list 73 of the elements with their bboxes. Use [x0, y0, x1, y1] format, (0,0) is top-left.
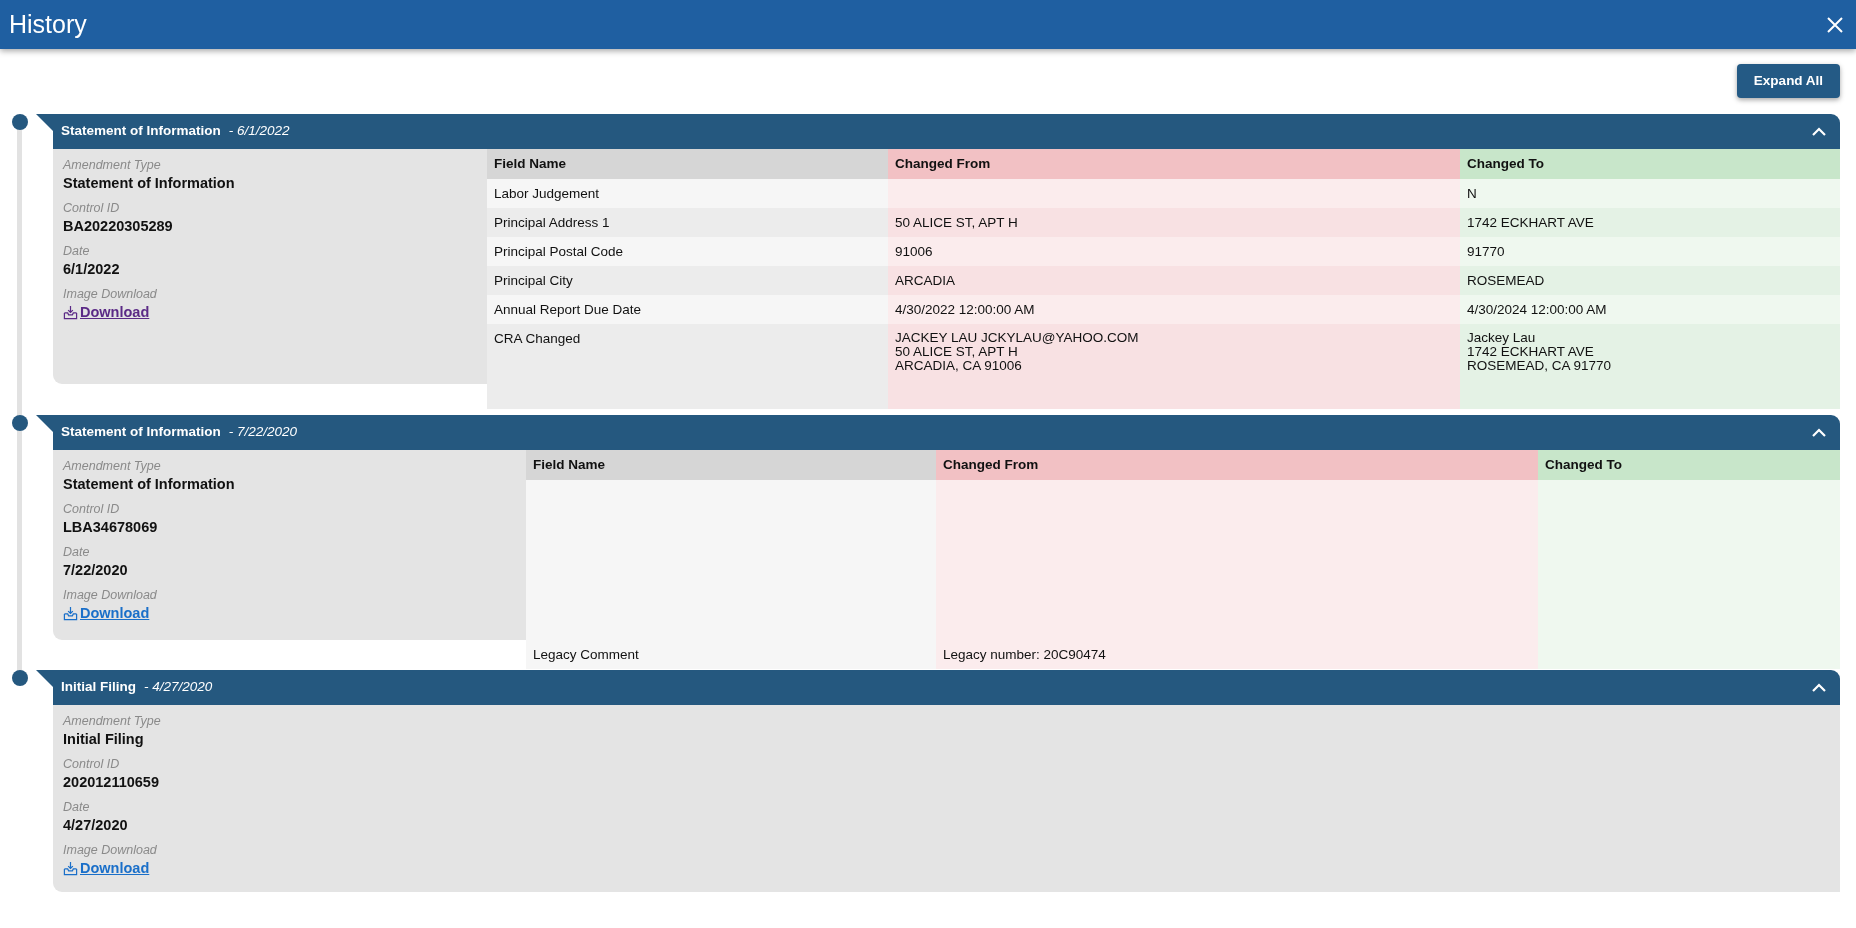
detail-label: Image Download	[63, 587, 158, 603]
entry-header[interactable]: Initial Filing - 4/27/2020	[36, 670, 1840, 705]
download-link[interactable]: Download	[63, 302, 150, 324]
detail-value: Statement of Information	[63, 475, 236, 494]
column-header: Changed To	[1460, 149, 1840, 179]
detail-label: Date	[63, 544, 91, 560]
column-header: Field Name	[526, 450, 936, 480]
table-cell: Legacy number: 20C90474	[936, 640, 1538, 669]
table-cell: 91770	[1460, 237, 1840, 266]
detail-label: Control ID	[63, 756, 121, 772]
entry-date: - 6/1/2022	[228, 122, 290, 141]
window-title: History	[8, 8, 87, 40]
detail-label: Date	[63, 243, 91, 259]
detail-value: 6/1/2022	[63, 260, 121, 279]
entry-title: Initial Filing	[61, 678, 136, 697]
collapse-button[interactable]	[1810, 681, 1828, 694]
detail-value: Statement of Information	[63, 174, 236, 193]
download-tray-icon	[63, 305, 78, 321]
table-cell: CRA Changed	[487, 324, 888, 409]
table-cell: 91006	[888, 237, 1460, 266]
table-cell: Jackey Lau 1742 ECKHART AVE ROSEMEAD, CA 91770	[1460, 324, 1840, 409]
table-cell: Labor Judgement	[487, 179, 888, 208]
download-link[interactable]: Download	[63, 603, 150, 625]
detail-label: Control ID	[63, 200, 121, 216]
detail-label: Control ID	[63, 501, 121, 517]
column-header: Field Name	[487, 149, 888, 179]
table-cell: Annual Report Due Date	[487, 295, 888, 324]
expand-all-button[interactable]: Expand All	[1737, 64, 1840, 98]
table-cell: 4/30/2022 12:00:00 AM	[888, 295, 1460, 324]
column-header: Changed To	[1538, 450, 1840, 480]
column-header: Changed From	[888, 149, 1460, 179]
chevron-up-icon	[1812, 683, 1826, 692]
detail-value: LBA34678069	[63, 518, 159, 537]
entry-title: Statement of Information	[61, 423, 221, 442]
column-header: Changed From	[936, 450, 1538, 480]
timeline-dot	[12, 415, 28, 431]
entry-header[interactable]: Statement of Information - 7/22/2020	[36, 415, 1840, 450]
download-tray-icon	[63, 606, 78, 622]
detail-label: Date	[63, 799, 91, 815]
entry-date: - 4/27/2020	[144, 678, 213, 697]
chevron-up-icon	[1812, 127, 1826, 136]
entry-title: Statement of Information	[61, 122, 221, 141]
detail-label: Image Download	[63, 842, 158, 858]
table-cell: N	[1460, 179, 1840, 208]
detail-label: Amendment Type	[63, 458, 162, 474]
detail-value: 7/22/2020	[63, 561, 129, 580]
close-icon	[1826, 15, 1844, 34]
table-cell: 4/30/2024 12:00:00 AM	[1460, 295, 1840, 324]
table-cell: Legacy Comment	[526, 640, 936, 669]
collapse-button[interactable]	[1810, 426, 1828, 439]
detail-label: Amendment Type	[63, 157, 162, 173]
timeline-dot	[12, 670, 28, 686]
detail-value: Initial Filing	[63, 730, 145, 749]
timeline-dot	[12, 114, 28, 130]
detail-value: 4/27/2020	[63, 816, 129, 835]
table-cell: ARCADIA	[888, 266, 1460, 295]
download-link[interactable]: Download	[63, 858, 150, 880]
table-cell: Principal City	[487, 266, 888, 295]
chevron-up-icon	[1812, 428, 1826, 437]
entry-date: - 7/22/2020	[228, 423, 298, 442]
entry-header[interactable]: Statement of Information - 6/1/2022	[36, 114, 1840, 149]
table-cell: ROSEMEAD	[1460, 266, 1840, 295]
table-cell: Principal Address 1	[487, 208, 888, 237]
table-cell: Principal Postal Code	[487, 237, 888, 266]
detail-label: Amendment Type	[63, 713, 162, 729]
detail-label: Image Download	[63, 286, 158, 302]
table-cell: JACKEY LAU JCKYLAU@YAHOO.COM 50 ALICE ST, APT H ARCADIA, CA 91006	[888, 324, 1460, 409]
table-cell: 1742 ECKHART AVE	[1460, 208, 1840, 237]
detail-value: 202012110659	[63, 773, 160, 792]
detail-value: BA20220305289	[63, 217, 174, 236]
table-cell: 50 ALICE ST, APT H	[888, 208, 1460, 237]
collapse-button[interactable]	[1810, 125, 1828, 138]
download-tray-icon	[63, 861, 78, 877]
